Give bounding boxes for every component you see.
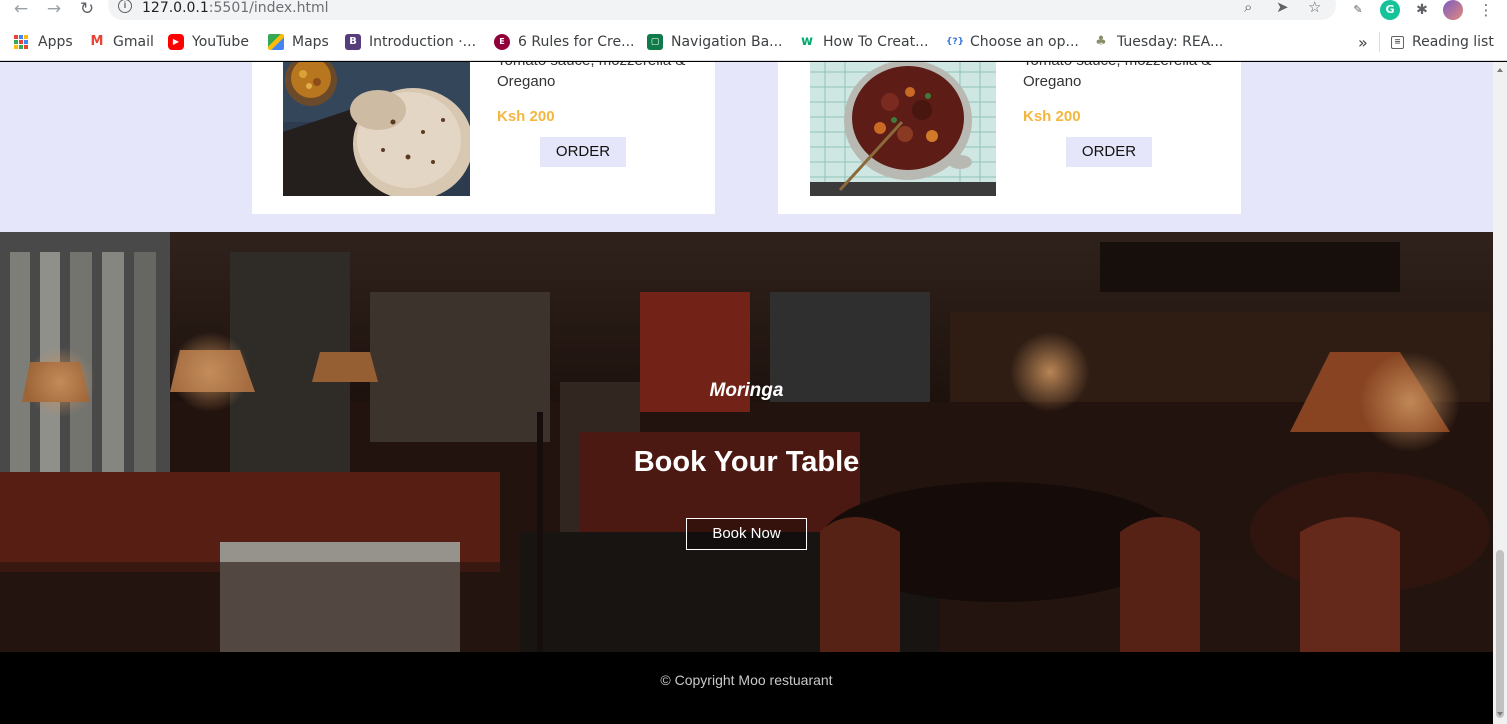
bookmark-apps[interactable]: Apps — [14, 33, 73, 51]
bookmark-label: Tuesday: REA... — [1117, 34, 1224, 50]
bookmark-label: Gmail — [113, 34, 154, 50]
bookmark-introduction[interactable]: B Introduction ·... — [345, 33, 476, 51]
description-line: Tomato sauce, mozzerella & — [1023, 62, 1233, 71]
overflow-chevron-icon: » — [1358, 32, 1368, 52]
reading-list-button[interactable]: ≡ Reading list — [1391, 33, 1494, 51]
profile-avatar[interactable] — [1443, 0, 1463, 20]
background-overlay — [0, 232, 1493, 652]
scroll-down-arrow-icon[interactable] — [1497, 712, 1503, 716]
card-price: Ksh 200 — [1023, 108, 1081, 125]
order-button[interactable]: ORDER — [540, 137, 626, 167]
bookmark-label: 6 Rules for Cre... — [518, 34, 635, 50]
browser-menu-icon[interactable]: ⋮ — [1476, 0, 1496, 20]
site-info-icon[interactable]: i — [118, 0, 132, 13]
eyedropper-extension-icon[interactable]: ✎ — [1348, 0, 1368, 20]
bookmark-label: Apps — [38, 34, 73, 50]
page-scrollbar[interactable] — [1493, 62, 1507, 724]
booking-kicker: Moringa — [709, 380, 784, 401]
stew-image — [810, 62, 996, 196]
book-now-button[interactable]: Book Now — [686, 518, 807, 550]
booking-section: Moringa Book Your Table Book Now — [0, 232, 1493, 652]
bookmark-label: YouTube — [192, 34, 249, 50]
page-viewport: Tomato sauce, mozzerella & Oregano Ksh 2… — [0, 62, 1493, 724]
bookmark-label: How To Creat... — [823, 34, 929, 50]
zoom-search-icon[interactable]: ⌕ — [1244, 0, 1252, 16]
booking-title: Book Your Table — [633, 446, 860, 478]
description-line: Oregano — [497, 73, 556, 90]
apps-grid-icon — [14, 35, 28, 49]
bookmark-label: Maps — [292, 34, 329, 50]
card-description: Tomato sauce, mozzerella & Oregano — [1023, 62, 1233, 92]
extensions-puzzle-icon[interactable]: ✱ — [1412, 0, 1432, 20]
bookmark-tuesday[interactable]: ♣ Tuesday: REA... — [1093, 33, 1223, 51]
bookmark-label: Navigation Ba... — [671, 34, 783, 50]
card-description: Tomato sauce, mozzerella & Oregano — [497, 62, 707, 92]
grammarly-icon[interactable]: G — [1380, 0, 1400, 20]
bootstrap-icon: B — [345, 34, 361, 50]
description-line: Oregano — [1023, 73, 1082, 90]
card-price: Ksh 200 — [497, 108, 555, 125]
gmail-icon: M — [90, 34, 104, 49]
bookmark-youtube[interactable]: ▶ YouTube — [168, 33, 249, 51]
footer-copyright: © Copyright Moo restuarant — [660, 672, 833, 688]
address-bar[interactable]: i 127.0.0.1:5501/index.html ⌕ ➤ ☆ — [108, 0, 1336, 20]
reload-icon[interactable]: ↻ — [75, 0, 99, 20]
bookmark-navigation-bar[interactable]: ▢ Navigation Ba... — [647, 33, 783, 51]
forward-arrow-icon[interactable]: → — [42, 0, 66, 20]
chapati-image — [283, 62, 470, 196]
send-icon[interactable]: ➤ — [1276, 0, 1289, 16]
bookmark-icon: ▢ — [647, 34, 663, 50]
description-line: Tomato sauce, mozzerella & — [497, 62, 707, 71]
bookmarks-overflow-button[interactable]: » — [1358, 32, 1368, 52]
bookmark-how-to-create[interactable]: w How To Creat... — [799, 33, 928, 51]
w3-icon: w — [800, 34, 813, 49]
menu-section: Tomato sauce, mozzerella & Oregano Ksh 2… — [0, 62, 1493, 232]
footer: © Copyright Moo restuarant — [0, 652, 1493, 724]
maps-icon — [268, 34, 284, 50]
elementor-icon: E — [494, 34, 510, 50]
bookmark-maps[interactable]: Maps — [268, 33, 329, 51]
menu-card: Tomato sauce, mozzerella & Oregano Ksh 2… — [778, 62, 1241, 214]
reading-list-icon: ≡ — [1391, 35, 1404, 49]
tree-icon: ♣ — [1095, 34, 1107, 49]
bookmarks-divider — [1379, 32, 1380, 52]
bookmark-label: Introduction ·... — [369, 34, 477, 50]
bookmark-choose-an-option[interactable]: {?} Choose an op... — [946, 33, 1079, 51]
youtube-icon: ▶ — [168, 34, 184, 50]
bookmarks-bar: Apps M Gmail ▶ YouTube Maps B Introducti… — [0, 24, 1507, 61]
bookmark-6-rules[interactable]: E 6 Rules for Cre... — [494, 33, 634, 51]
code-brackets-icon: {?} — [946, 37, 965, 47]
url-text[interactable]: 127.0.0.1:5501/index.html — [142, 0, 329, 16]
order-button[interactable]: ORDER — [1066, 137, 1152, 167]
browser-toolbar: ← → ↻ i 127.0.0.1:5501/index.html ⌕ ➤ ☆ … — [0, 0, 1507, 24]
bookmark-gmail[interactable]: M Gmail — [89, 33, 154, 51]
reading-list-label: Reading list — [1412, 34, 1494, 50]
menu-card: Tomato sauce, mozzerella & Oregano Ksh 2… — [252, 62, 715, 214]
back-arrow-icon[interactable]: ← — [9, 0, 33, 20]
scrollbar-thumb[interactable] — [1496, 550, 1504, 718]
scroll-up-arrow-icon[interactable] — [1497, 68, 1503, 72]
bookmark-label: Choose an op... — [970, 34, 1079, 50]
star-bookmark-icon[interactable]: ☆ — [1308, 0, 1321, 16]
